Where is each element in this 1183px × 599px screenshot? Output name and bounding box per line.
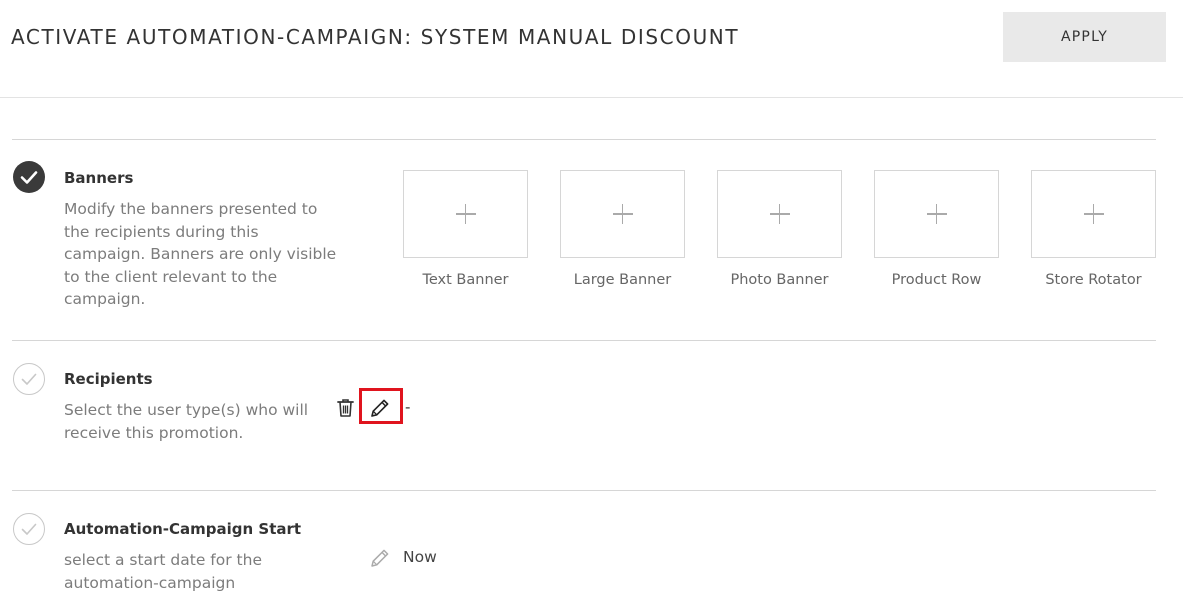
section-divider xyxy=(12,139,1156,140)
plus-icon xyxy=(769,204,790,224)
pencil-icon[interactable] xyxy=(369,397,391,423)
banners-section-title: Banners xyxy=(64,169,134,187)
add-large-banner-button[interactable] xyxy=(560,170,685,258)
plus-icon xyxy=(1083,204,1104,224)
section-divider xyxy=(12,340,1156,341)
add-photo-banner-button[interactable] xyxy=(717,170,842,258)
pencil-icon[interactable] xyxy=(369,547,391,573)
banner-tile-label: Store Rotator xyxy=(1045,272,1142,288)
plus-icon xyxy=(612,204,633,224)
step-complete-check-icon xyxy=(13,161,45,193)
section-divider xyxy=(12,490,1156,491)
recipients-section-title: Recipients xyxy=(64,370,153,388)
banners-section-description: Modify the banners presented to the reci… xyxy=(64,200,337,308)
step-incomplete-check-icon xyxy=(13,363,45,395)
banner-tile-large[interactable]: Large Banner xyxy=(560,170,685,288)
banner-tile-text[interactable]: Text Banner xyxy=(403,170,528,288)
add-product-row-button[interactable] xyxy=(874,170,999,258)
recipients-value: - xyxy=(405,398,411,416)
start-section-title: Automation-Campaign Start xyxy=(64,520,302,538)
banner-tile-label: Large Banner xyxy=(573,272,672,288)
banner-tile-label: Text Banner xyxy=(422,272,509,288)
recipients-section-description: Select the user type(s) who will receive… xyxy=(64,401,309,442)
trash-icon[interactable] xyxy=(336,398,355,422)
page-header: ACTIVATE AUTOMATION-CAMPAIGN: SYSTEM MAN… xyxy=(0,0,1183,98)
banner-tile-product-row[interactable]: Product Row xyxy=(874,170,999,288)
start-date-value: Now xyxy=(403,548,437,566)
add-store-rotator-button[interactable] xyxy=(1031,170,1156,258)
banner-tile-store-rotator[interactable]: Store Rotator xyxy=(1031,170,1156,288)
page-title: ACTIVATE AUTOMATION-CAMPAIGN: SYSTEM MAN… xyxy=(11,25,740,49)
step-incomplete-check-icon xyxy=(13,513,45,545)
banner-tile-label: Photo Banner xyxy=(730,272,829,288)
banner-tile-label: Product Row xyxy=(891,272,982,288)
plus-icon xyxy=(455,204,476,224)
start-section-description: select a start date for the automation-c… xyxy=(64,551,262,592)
banner-tile-photo[interactable]: Photo Banner xyxy=(717,170,842,288)
plus-icon xyxy=(926,204,947,224)
add-text-banner-button[interactable] xyxy=(403,170,528,258)
apply-button[interactable]: APPLY xyxy=(1003,12,1166,62)
